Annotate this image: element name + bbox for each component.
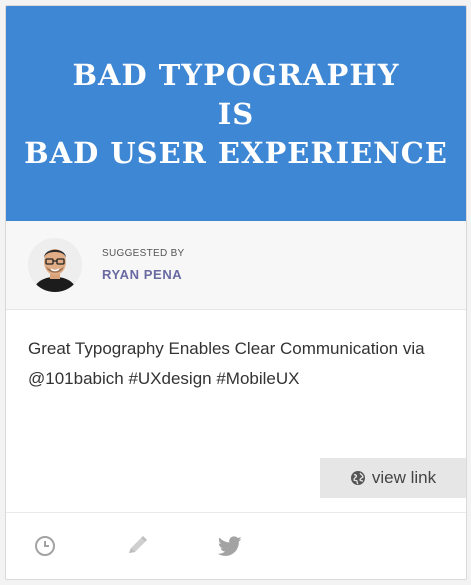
card-footer	[6, 512, 466, 579]
banner-line-3: BAD USER EXPERIENCE	[24, 135, 448, 170]
post-text: Great Typography Enables Clear Communica…	[28, 339, 425, 388]
clock-icon[interactable]	[34, 535, 56, 557]
twitter-icon[interactable]	[218, 535, 244, 557]
view-link-row: view link	[6, 452, 466, 498]
pencil-icon[interactable]	[124, 533, 150, 559]
avatar[interactable]	[28, 238, 82, 292]
suggested-by-section: SUGGESTED BY RYAN PENA	[6, 221, 466, 310]
view-link-label: view link	[371, 468, 437, 487]
author-name-link[interactable]: RYAN PENA	[102, 267, 185, 282]
banner-line-1: BAD TYPOGRAPHY	[72, 57, 400, 92]
globe-icon	[350, 471, 365, 485]
suggested-by-label: SUGGESTED BY	[102, 248, 185, 259]
banner-image: BAD TYPOGRAPHY IS BAD USER EXPERIENCE	[6, 6, 466, 221]
suggestion-card: BAD TYPOGRAPHY IS BAD USER EXPERIENCE SU…	[5, 5, 467, 580]
view-link-button[interactable]: view link	[320, 458, 466, 498]
suggested-by-text: SUGGESTED BY RYAN PENA	[102, 248, 185, 282]
banner-line-2: IS	[217, 96, 255, 131]
